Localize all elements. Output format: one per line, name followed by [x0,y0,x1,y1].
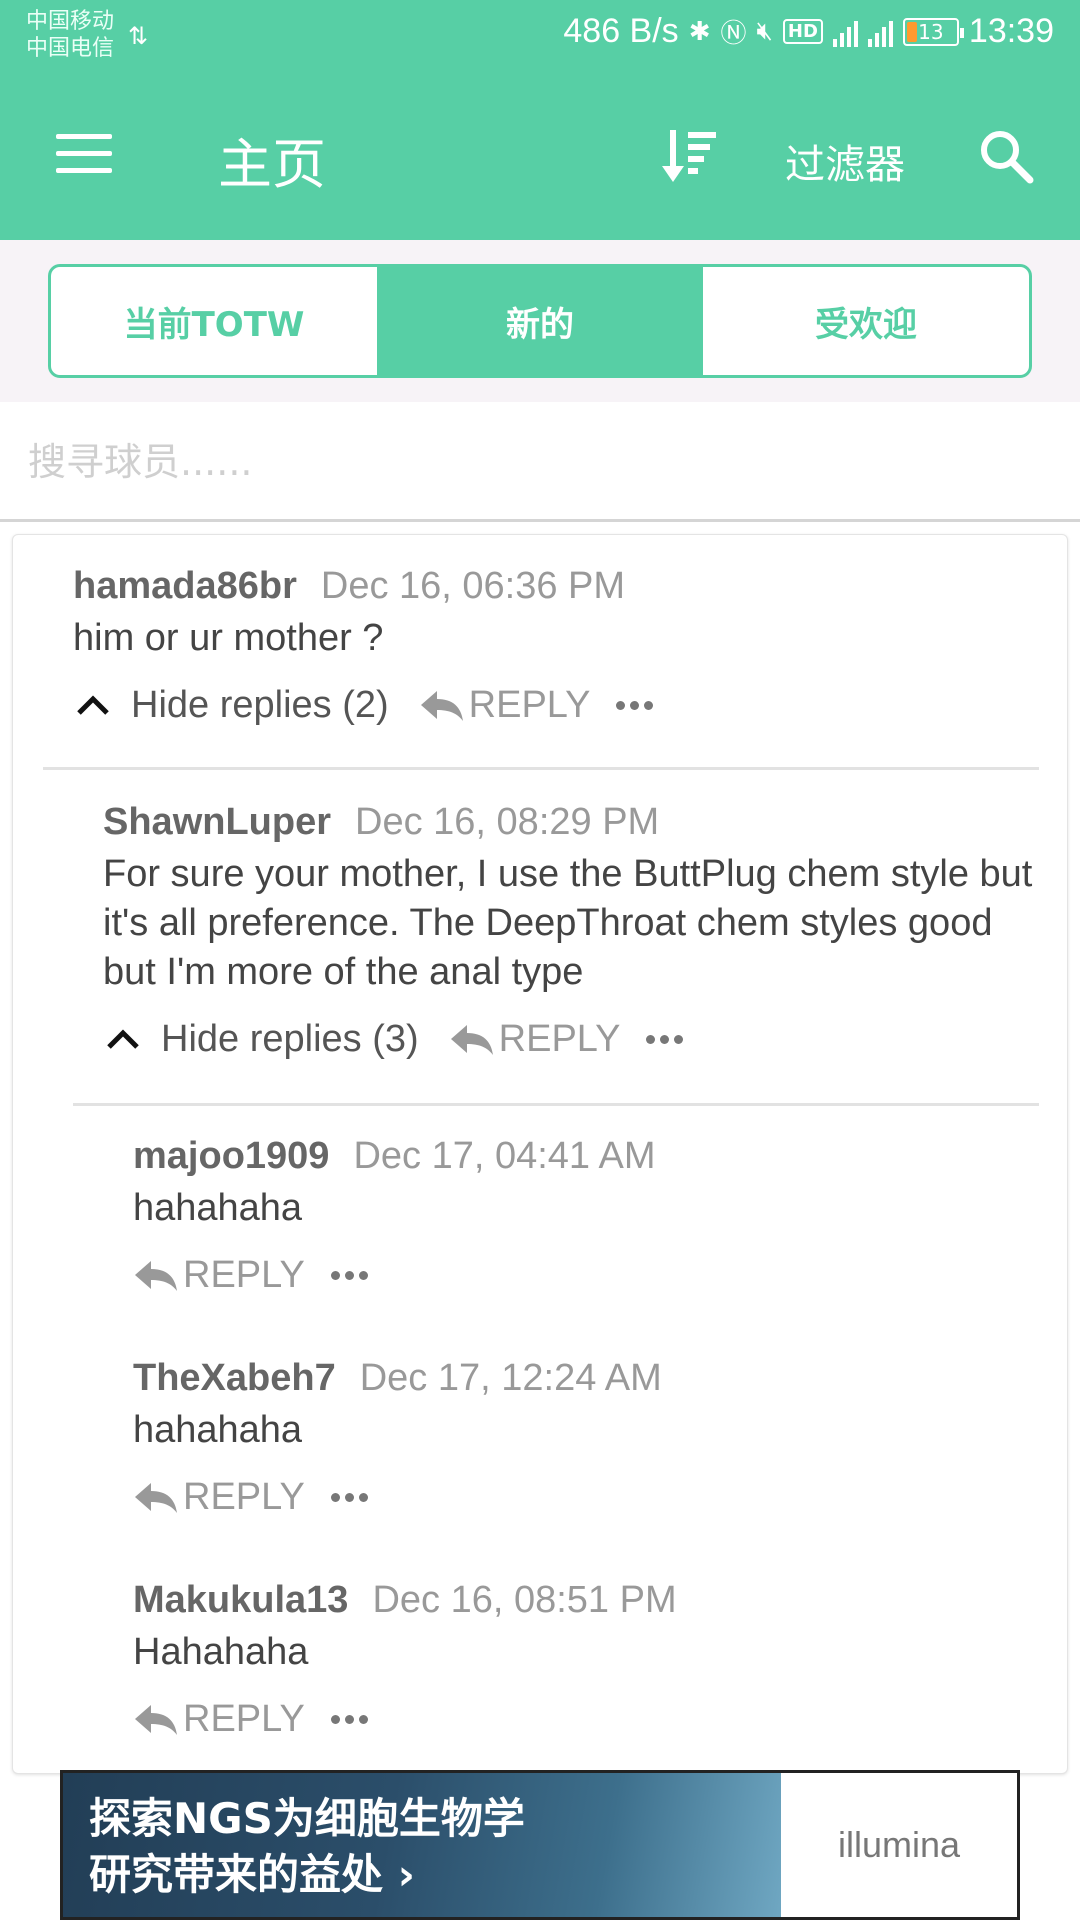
comment: hamada86br Dec 16, 06:36 PM him or ur mo… [73,565,1033,733]
sort-icon[interactable] [660,126,720,186]
comment-text: hahahaha [133,1187,303,1229]
page-title: 主页 [218,133,326,196]
mute-icon: 🔇︎ [756,16,773,46]
divider [73,1103,1039,1106]
more-options-icon[interactable] [330,1270,368,1280]
battery-level: 13 [918,19,944,44]
comment-reply: majoo1909 Dec 17, 04:41 AM hahahaha REPL… [133,1135,1033,1303]
signal-2g-icon [867,17,893,47]
reply-button[interactable]: REPLY [449,1017,621,1061]
carrier-1: 中国移动 [26,9,115,34]
filter-button[interactable]: 过滤器 [785,132,905,190]
ad-brand-logo: illumina [837,1824,961,1865]
ad-banner[interactable]: 探索NGS为细胞生物学 研究带来的益处 › illumina [60,1770,1020,1920]
chevron-right-icon: › [397,1850,415,1899]
status-bar: 中国移动 中国电信 ⇅ 486 B/s ✱ Ⓝ 🔇︎ HD 13 13:39 [0,0,1080,74]
net-speed: 486 B/s [563,12,679,50]
more-options-icon[interactable] [330,1492,368,1502]
data-transfer-icon: ⇅ [128,22,149,50]
segmented-tabs: 当前TOTW 新的 受欢迎 [48,264,1032,378]
comment-username[interactable]: Makukula13 [133,1579,348,1622]
ad-headline-2-text: 研究带来的益处 [89,1850,384,1899]
battery-icon: 13 [902,17,964,46]
hd-icon: HD [782,19,823,44]
tab-popular[interactable]: 受欢迎 [703,267,1029,375]
more-options-icon[interactable] [330,1714,368,1724]
comment-username[interactable]: TheXabeh7 [133,1357,336,1400]
comment-text: hahahaha [133,1409,303,1451]
comment-username[interactable]: hamada86br [73,565,297,608]
reply-icon [135,1261,177,1291]
reply-label: REPLY [468,683,591,726]
reply-icon [135,1705,177,1735]
reply-button[interactable]: REPLY [419,683,591,727]
ad-image: 探索NGS为细胞生物学 研究带来的益处 › [63,1773,781,1917]
signal-4g-icon [832,17,858,47]
more-options-icon[interactable] [616,700,654,710]
hide-replies-button[interactable]: Hide replies (3) [161,1018,419,1061]
menu-icon[interactable] [56,134,112,174]
tab-new[interactable]: 新的 [377,267,703,375]
reply-icon [450,1025,493,1055]
reply-label: REPLY [183,1697,305,1740]
app-bar: 主页 过滤器 [0,74,1080,240]
bluetooth-icon: ✱ [688,16,711,47]
comment-timestamp: Dec 17, 12:24 AM [359,1357,662,1399]
comment-timestamp: Dec 16, 06:36 PM [320,565,626,607]
reply-button[interactable]: REPLY [133,1698,305,1741]
carrier-2: 中国电信 [26,36,115,61]
hide-replies-button[interactable]: Hide replies (2) [131,684,389,727]
comment-timestamp: Dec 16, 08:29 PM [355,801,660,843]
reply-label: REPLY [498,1017,621,1060]
clock: 13:39 [968,12,1054,50]
carrier-info: 中国移动 中国电信 [26,8,114,62]
comment-text: Hahahaha [133,1631,309,1673]
comment-text: him or ur mother ? [73,617,384,659]
comment-timestamp: Dec 16, 08:51 PM [372,1579,677,1621]
comment-reply: TheXabeh7 Dec 17, 12:24 AM hahahaha REPL… [133,1357,1033,1525]
reply-label: REPLY [183,1253,305,1296]
comment-text: For sure your mother, I use the ButtPlug… [103,853,1033,993]
search-icon[interactable] [978,128,1034,184]
reply-button[interactable]: REPLY [133,1476,305,1519]
player-search-input[interactable] [28,430,1028,494]
divider [43,767,1039,770]
more-options-icon[interactable] [646,1034,684,1044]
comment-thread-card: hamada86br Dec 16, 06:36 PM him or ur mo… [12,534,1068,1774]
comment-username[interactable]: majoo1909 [133,1135,329,1178]
ad-headline-1: 探索NGS为细胞生物学 [89,1794,525,1843]
comment-timestamp: Dec 17, 04:41 AM [353,1135,656,1177]
reply-label: REPLY [183,1475,305,1518]
tab-current-totw[interactable]: 当前TOTW [51,267,377,375]
nfc-icon: Ⓝ [720,19,747,49]
comment-reply: Makukula13 Dec 16, 08:51 PM Hahahaha REP… [133,1579,1033,1747]
chevron-up-icon[interactable] [103,1019,143,1059]
chevron-up-icon[interactable] [73,685,113,725]
ad-headline-2: 研究带来的益处 › [89,1847,781,1903]
reply-icon [135,1483,177,1513]
comment-username[interactable]: ShawnLuper [103,801,331,844]
reply-icon [420,691,463,721]
reply-button[interactable]: REPLY [133,1254,305,1297]
status-icons: 486 B/s ✱ Ⓝ 🔇︎ HD 13 13:39 [563,12,1054,51]
search-bar [0,402,1080,522]
comment-reply: ShawnLuper Dec 16, 08:29 PM For sure you… [103,801,1043,1067]
